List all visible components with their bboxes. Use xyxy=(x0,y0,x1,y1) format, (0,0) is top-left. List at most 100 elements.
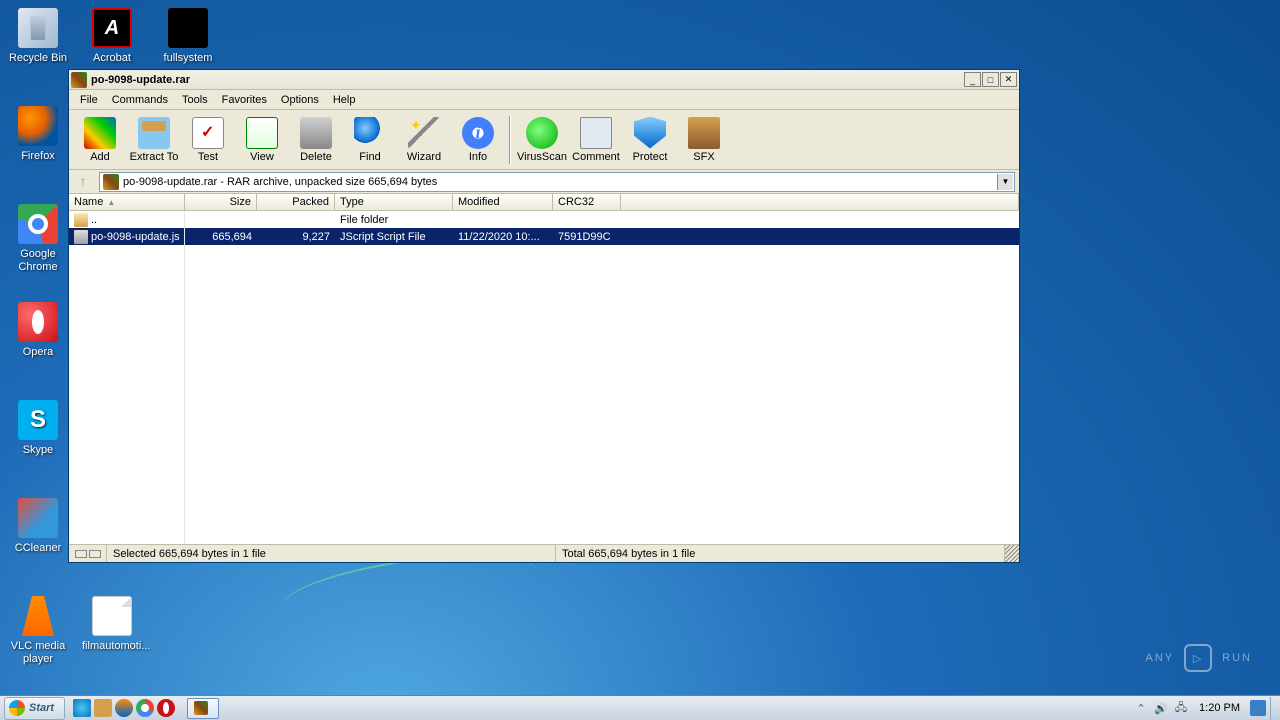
toolbar-comment-button[interactable]: Comment xyxy=(569,112,623,168)
file-icon xyxy=(74,230,88,244)
toolbar-wizard-button[interactable]: Wizard xyxy=(397,112,451,168)
opera-icon xyxy=(18,302,58,342)
toolbar-label: Add xyxy=(90,151,110,163)
fullsystem-icon xyxy=(168,8,208,48)
icon-label: fullsystem xyxy=(158,52,218,65)
wmp-icon[interactable] xyxy=(115,699,133,717)
status-selected: Selected 665,694 bytes in 1 file xyxy=(107,545,556,562)
desktop-icon-skype[interactable]: S Skype xyxy=(8,400,68,457)
icon-label: Skype xyxy=(8,444,68,457)
list-body[interactable]: ..File folderpo-9098-update.js665,6949,2… xyxy=(69,211,1019,544)
windows-logo-icon xyxy=(9,700,25,716)
desktop-icon-ccleaner[interactable]: CCleaner xyxy=(8,498,68,555)
toolbar-label: Test xyxy=(198,151,218,163)
start-button[interactable]: Start xyxy=(4,697,65,720)
desktop-icon-firefox[interactable]: Firefox xyxy=(8,106,68,163)
vlc-icon xyxy=(18,596,58,636)
cell-packed: 9,227 xyxy=(257,231,335,243)
titlebar[interactable]: po-9098-update.rar _ □ ✕ xyxy=(69,70,1019,90)
protect-icon xyxy=(634,117,666,149)
volume-icon[interactable]: 🔊 xyxy=(1153,700,1169,716)
cell-crc32: 7591D99C xyxy=(553,231,621,243)
column-type[interactable]: Type xyxy=(335,194,453,210)
cell-type: JScript Script File xyxy=(335,231,453,243)
start-label: Start xyxy=(29,702,54,714)
column-crc32[interactable]: CRC32 xyxy=(553,194,621,210)
icon-label: Acrobat xyxy=(82,52,142,65)
desktop-icon-fullsystem[interactable]: fullsystem xyxy=(158,8,218,65)
cell-name: .. xyxy=(69,213,185,227)
add-icon xyxy=(84,117,116,149)
up-button[interactable]: ↑ xyxy=(73,173,93,191)
menu-favorites[interactable]: Favorites xyxy=(215,92,274,108)
icon-label: Opera xyxy=(8,346,68,359)
icon-label: CCleaner xyxy=(8,542,68,555)
menu-options[interactable]: Options xyxy=(274,92,326,108)
desktop-icon-vlc[interactable]: VLC media player xyxy=(8,596,68,666)
virus-icon xyxy=(526,117,558,149)
folder-icon xyxy=(74,213,88,227)
network-icon[interactable]: 🖧 xyxy=(1173,700,1189,716)
menu-tools[interactable]: Tools xyxy=(175,92,215,108)
acrobat-icon: A xyxy=(92,8,132,48)
menu-file[interactable]: File xyxy=(73,92,105,108)
toolbar-find-button[interactable]: Find xyxy=(343,112,397,168)
path-dropdown-button[interactable]: ▼ xyxy=(997,174,1013,190)
monitor-icon[interactable] xyxy=(1250,700,1266,716)
ccleaner-icon xyxy=(18,498,58,538)
resize-grip[interactable] xyxy=(1005,545,1019,562)
recycle-bin-icon xyxy=(18,8,58,48)
column-modified[interactable]: Modified xyxy=(453,194,553,210)
window-title: po-9098-update.rar xyxy=(91,74,964,86)
toolbar-label: Protect xyxy=(633,151,668,163)
skype-icon: S xyxy=(18,400,58,440)
toolbar-virus-button[interactable]: VirusScan xyxy=(515,112,569,168)
taskbar-winrar-button[interactable] xyxy=(187,698,219,719)
toolbar-label: Find xyxy=(359,151,380,163)
path-text: po-9098-update.rar - RAR archive, unpack… xyxy=(123,176,437,188)
status-total: Total 665,694 bytes in 1 file xyxy=(556,545,1005,562)
desktop-icon-filmauto[interactable]: filmautomoti... xyxy=(82,596,142,653)
cell-modified: 11/22/2020 10:... xyxy=(453,231,553,243)
icon-label: filmautomoti... xyxy=(82,640,142,653)
toolbar-view-button[interactable]: View xyxy=(235,112,289,168)
column-size[interactable]: Size xyxy=(185,194,257,210)
toolbar-sfx-button[interactable]: SFX xyxy=(677,112,731,168)
close-button[interactable]: ✕ xyxy=(1000,72,1017,87)
view-icon xyxy=(246,117,278,149)
opera-icon[interactable] xyxy=(157,699,175,717)
toolbar-extract-button[interactable]: Extract To xyxy=(127,112,181,168)
toolbar-label: VirusScan xyxy=(517,151,567,163)
path-input[interactable]: po-9098-update.rar - RAR archive, unpack… xyxy=(99,172,1015,192)
toolbar-delete-button[interactable]: Delete xyxy=(289,112,343,168)
toolbar-label: Extract To xyxy=(130,151,179,163)
test-icon xyxy=(192,117,224,149)
status-grip xyxy=(69,545,107,562)
tray-expand-icon[interactable]: ⌃ xyxy=(1133,700,1149,716)
list-item[interactable]: ..File folder xyxy=(69,211,1019,228)
ie-icon[interactable] xyxy=(73,699,91,717)
desktop-icon-chrome[interactable]: Google Chrome xyxy=(8,204,68,274)
toolbar-info-button[interactable]: iInfo xyxy=(451,112,505,168)
toolbar-protect-button[interactable]: Protect xyxy=(623,112,677,168)
statusbar: Selected 665,694 bytes in 1 file Total 6… xyxy=(69,544,1019,562)
clock[interactable]: 1:20 PM xyxy=(1193,702,1246,714)
menu-commands[interactable]: Commands xyxy=(105,92,175,108)
list-item[interactable]: po-9098-update.js665,6949,227JScript Scr… xyxy=(69,228,1019,245)
menu-help[interactable]: Help xyxy=(326,92,363,108)
column-name[interactable]: Name▲ xyxy=(69,194,185,210)
chrome-icon[interactable] xyxy=(136,699,154,717)
desktop-icon-recycle-bin[interactable]: Recycle Bin xyxy=(8,8,68,65)
toolbar-label: Info xyxy=(469,151,487,163)
column-packed[interactable]: Packed xyxy=(257,194,335,210)
comment-icon xyxy=(580,117,612,149)
desktop-icon-opera[interactable]: Opera xyxy=(8,302,68,359)
toolbar-add-button[interactable]: Add xyxy=(73,112,127,168)
show-desktop-button[interactable] xyxy=(1270,697,1280,720)
maximize-button[interactable]: □ xyxy=(982,72,999,87)
toolbar-label: Delete xyxy=(300,151,332,163)
explorer-icon[interactable] xyxy=(94,699,112,717)
minimize-button[interactable]: _ xyxy=(964,72,981,87)
toolbar-test-button[interactable]: Test xyxy=(181,112,235,168)
desktop-icon-acrobat[interactable]: A Acrobat xyxy=(82,8,142,65)
